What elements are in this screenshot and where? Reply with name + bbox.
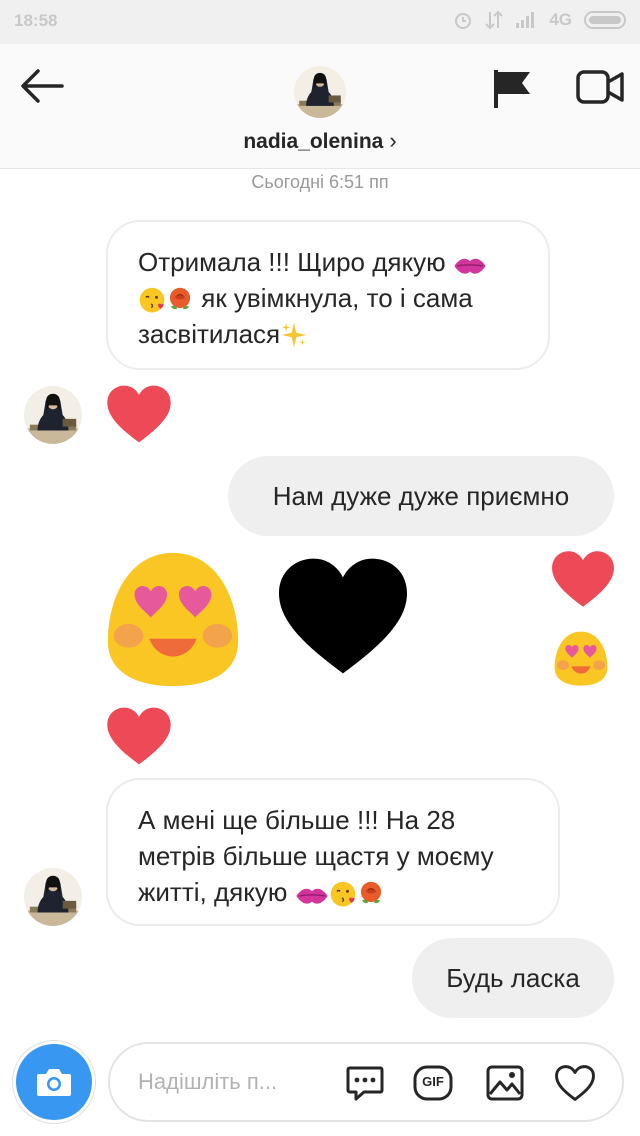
red-heart-icon: [106, 706, 172, 766]
video-camera-icon[interactable]: [574, 66, 626, 110]
network-type: 4G: [549, 10, 572, 29]
data-arrows-icon: [485, 10, 504, 30]
heart-icon[interactable]: [554, 1062, 596, 1104]
camera-icon: [37, 1069, 71, 1096]
gif-label: GIF: [422, 1074, 444, 1089]
message-line: засвітилася: [138, 316, 518, 352]
sender-avatar[interactable]: [24, 386, 82, 444]
incoming-message[interactable]: А мені ще більше !!! На 28 метрів більше…: [106, 778, 560, 926]
rose-icon: [166, 285, 194, 313]
gif-button[interactable]: GIF: [412, 1062, 454, 1104]
username: nadia_olenina: [243, 130, 384, 153]
thread-timestamp: Сьогодні 6:51 пп: [251, 172, 389, 192]
kissing-face-icon: [138, 285, 166, 313]
message-line: метрів більше щастя у моєму: [138, 841, 494, 871]
message-line: як увімкнула, то і сама: [138, 280, 518, 316]
sender-avatar[interactable]: [24, 868, 82, 926]
kiss-mark-icon: [453, 255, 487, 277]
message-line: Отримала !!! Щиро дякую: [138, 244, 518, 280]
signal-icon: [515, 11, 537, 29]
outgoing-message[interactable]: Будь ласка: [412, 938, 614, 1018]
username-link[interactable]: nadia_olenina ›: [0, 128, 640, 154]
header-avatar[interactable]: [294, 66, 346, 118]
alarm-icon: [453, 10, 473, 30]
heart-eyes-emoji-icon: [548, 628, 614, 688]
message-composer: Надішліть п... GIF: [0, 1028, 640, 1136]
rose-icon: [357, 879, 385, 907]
thread-header: nadia_olenina ›: [0, 44, 640, 169]
battery-icon: [584, 11, 626, 29]
message-input[interactable]: Надішліть п... GIF: [108, 1042, 624, 1122]
message-line: А мені ще більше !!! На 28: [138, 805, 456, 835]
incoming-message[interactable]: Отримала !!! Щиро дякую як увімкнула, то…: [106, 220, 550, 370]
back-arrow-icon[interactable]: [18, 66, 66, 106]
status-bar: 18:58 4G: [0, 0, 640, 44]
image-icon[interactable]: [484, 1062, 526, 1104]
outgoing-message[interactable]: Нам дуже дуже приємно: [228, 456, 614, 536]
chat-bubble-icon[interactable]: [344, 1062, 386, 1104]
red-heart-icon: [550, 550, 616, 608]
flag-icon[interactable]: [490, 66, 534, 110]
message-line: житті, дякую: [138, 874, 528, 910]
status-time: 18:58: [14, 11, 58, 30]
kiss-mark-icon: [295, 885, 329, 907]
black-heart-icon: [268, 556, 418, 676]
chevron-right-icon: ›: [389, 128, 397, 153]
kissing-face-icon: [329, 879, 357, 907]
camera-button[interactable]: [16, 1044, 92, 1120]
sparkles-icon: [280, 321, 308, 349]
message-input-placeholder[interactable]: Надішліть п...: [138, 1069, 277, 1095]
red-heart-icon: [106, 384, 172, 444]
heart-eyes-emoji-icon: [86, 544, 260, 692]
